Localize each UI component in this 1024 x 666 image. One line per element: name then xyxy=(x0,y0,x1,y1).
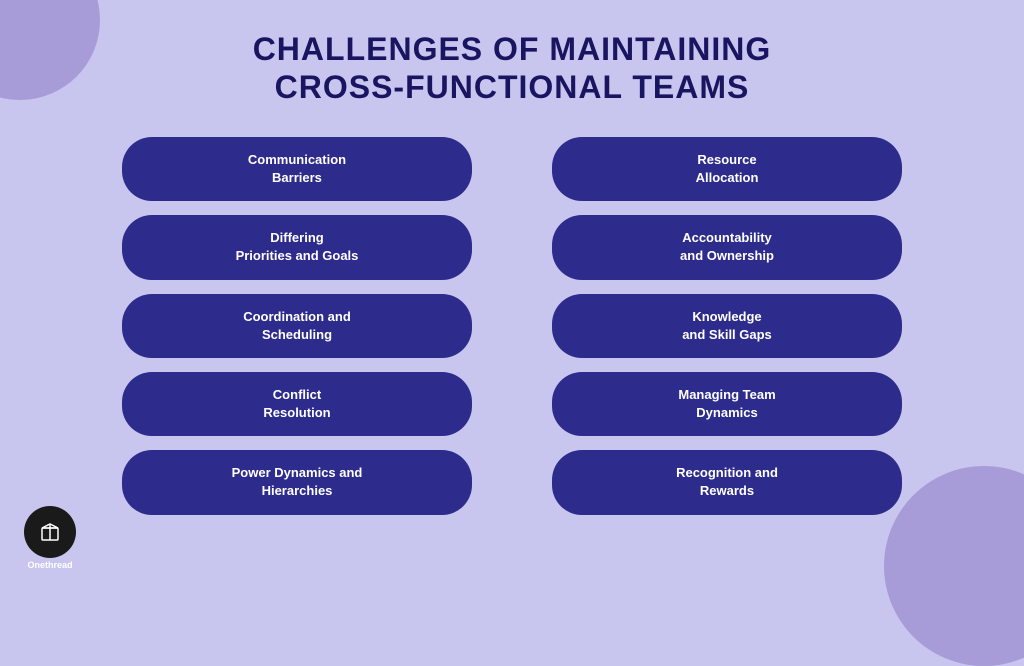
card-resource-allocation[interactable]: ResourceAllocation xyxy=(552,137,902,201)
card-differing-priorities[interactable]: DifferingPriorities and Goals xyxy=(122,215,472,279)
card-recognition-rewards[interactable]: Recognition andRewards xyxy=(552,450,902,514)
card-conflict-resolution[interactable]: ConflictResolution xyxy=(122,372,472,436)
page-title: CHALLENGES OF MAINTAINING CROSS-FUNCTION… xyxy=(253,30,772,107)
card-knowledge-skill-gaps[interactable]: Knowledgeand Skill Gaps xyxy=(552,294,902,358)
card-coordination-scheduling[interactable]: Coordination andScheduling xyxy=(122,294,472,358)
card-power-dynamics[interactable]: Power Dynamics andHierarchies xyxy=(122,450,472,514)
card-communication-barriers[interactable]: CommunicationBarriers xyxy=(122,137,472,201)
cards-grid: CommunicationBarriers ResourceAllocation… xyxy=(122,137,902,515)
card-managing-team-dynamics[interactable]: Managing TeamDynamics xyxy=(552,372,902,436)
title-line2: CROSS-FUNCTIONAL TEAMS xyxy=(275,69,750,105)
card-accountability-ownership[interactable]: Accountabilityand Ownership xyxy=(552,215,902,279)
title-line1: CHALLENGES OF MAINTAINING xyxy=(253,31,772,67)
main-container: CHALLENGES OF MAINTAINING CROSS-FUNCTION… xyxy=(0,0,1024,586)
